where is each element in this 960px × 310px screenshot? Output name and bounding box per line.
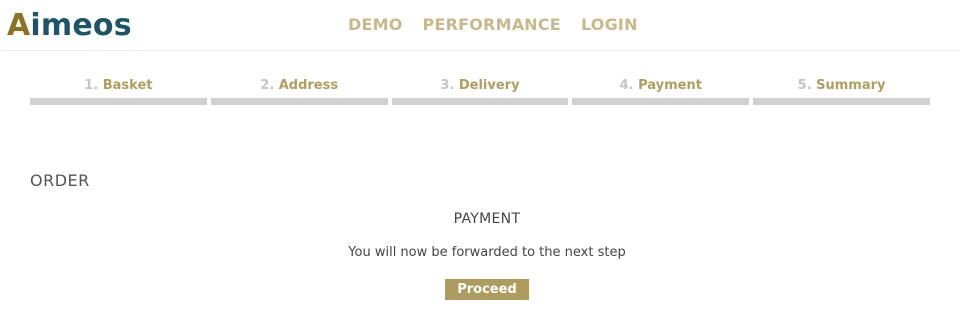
step-payment[interactable]: 4. Payment xyxy=(572,76,750,105)
aimeos-logo[interactable]: Aimeos xyxy=(7,7,132,45)
nav-login-link[interactable]: LOGIN xyxy=(581,16,638,34)
checkout-steps: 1. Basket 2. Address 3. Delivery 4. Paym… xyxy=(30,76,930,105)
site-header: Aimeos DEMO PERFORMANCE LOGIN xyxy=(0,0,960,51)
step-number: 3. xyxy=(440,78,455,93)
step-summary[interactable]: 5. Summary xyxy=(753,76,930,105)
step-label: Basket xyxy=(102,78,153,93)
payment-heading: PAYMENT xyxy=(453,211,521,227)
logo-text: imeos xyxy=(30,8,132,43)
logo-initial: A xyxy=(7,8,31,43)
top-navigation: DEMO PERFORMANCE LOGIN xyxy=(348,16,638,34)
step-delivery[interactable]: 3. Delivery xyxy=(391,76,569,105)
step-label: Address xyxy=(278,78,339,93)
step-number: 1. xyxy=(84,78,99,93)
step-number: 4. xyxy=(619,78,634,93)
step-number: 2. xyxy=(260,78,275,93)
proceed-button[interactable]: Proceed xyxy=(445,279,529,300)
step-number: 5. xyxy=(797,78,812,93)
step-label: Payment xyxy=(638,78,702,93)
step-address[interactable]: 2. Address xyxy=(210,76,388,105)
order-heading: ORDER xyxy=(30,171,90,190)
forward-message: You will now be forwarded to the next st… xyxy=(348,245,626,260)
step-label: Delivery xyxy=(458,78,520,93)
step-label: Summary xyxy=(816,78,886,93)
step-basket[interactable]: 1. Basket xyxy=(30,76,207,105)
nav-demo-link[interactable]: DEMO xyxy=(348,16,403,34)
nav-performance-link[interactable]: PERFORMANCE xyxy=(423,16,561,34)
